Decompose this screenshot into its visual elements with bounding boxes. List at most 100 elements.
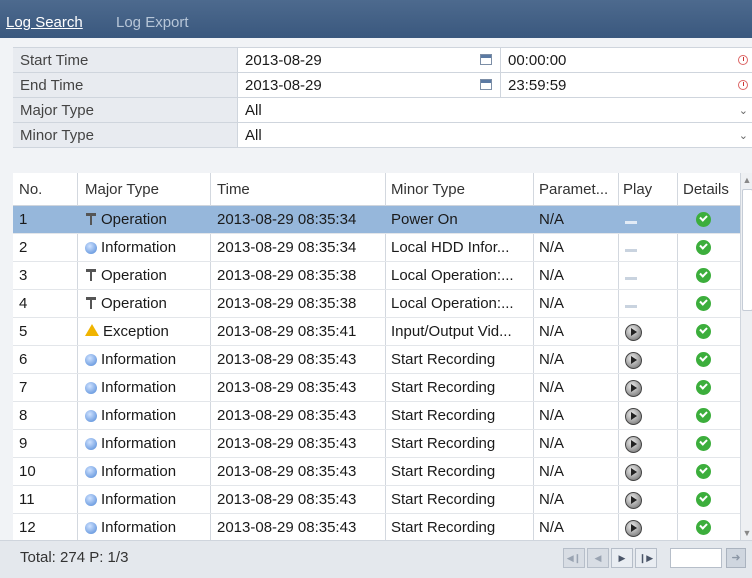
information-icon [85,410,97,422]
previous-page-icon[interactable]: ◀ [587,548,609,568]
information-icon [85,522,97,534]
footer-bar: Total: 274 P: 1/3 ◀❙ ◀ ▶ ❙▶ ➜ [0,540,752,578]
go-to-page-icon[interactable]: ➜ [726,548,746,568]
details-icon[interactable] [696,240,711,255]
major-type-text: Information [101,519,177,536]
major-type-cell: Information [85,463,205,480]
play-icon[interactable] [625,436,642,453]
start-date-field[interactable]: 2013-08-29 [237,48,500,72]
minor-type-cell: Power On [391,211,458,228]
play-cell [625,519,642,540]
table-row[interactable]: 11 Information 2013-08-29 08:35:43 Start Re… [13,486,740,514]
details-icon[interactable] [696,492,711,507]
row-number: 12 [19,519,36,536]
exception-icon [85,324,99,336]
details-icon[interactable] [696,380,711,395]
play-cell [625,267,637,284]
table-row[interactable]: 7 Information 2013-08-29 08:35:43 Start Rec… [13,374,740,402]
time-cell: 2013-08-29 08:35:38 [217,295,357,312]
end-clock-field[interactable]: 23:59:59 [500,73,752,97]
details-icon[interactable] [696,436,711,451]
end-clock-value: 23:59:59 [508,77,567,94]
first-page-icon[interactable]: ◀❙ [563,548,585,568]
scrollbar-thumb[interactable] [742,189,752,311]
details-icon[interactable] [696,408,711,423]
table-row[interactable]: 3 Operation 2013-08-29 08:35:38 Local Opera… [13,262,740,290]
vertical-scrollbar[interactable]: ▲ ▼ [740,173,752,540]
time-cell: 2013-08-29 08:35:38 [217,267,357,284]
minor-type-select[interactable]: All ⌄ [237,123,752,147]
details-icon[interactable] [696,268,711,283]
table-row[interactable]: 4 Operation 2013-08-29 08:35:38 Local Opera… [13,290,740,318]
start-time-label: Start Time [20,52,89,69]
column-header-major-type[interactable]: Major Type [85,181,159,198]
major-type-text: Information [101,379,177,396]
major-type-cell: Information [85,519,205,536]
information-icon [85,494,97,506]
details-icon[interactable] [696,520,711,535]
minor-type-cell: Start Recording [391,491,496,508]
row-number: 8 [19,407,28,424]
row-number: 10 [19,463,36,480]
row-number: 5 [19,323,28,340]
table-row[interactable]: 2 Information 2013-08-29 08:35:34 Local HDD… [13,234,740,262]
column-header-no[interactable]: No. [19,181,42,198]
column-header-parameter[interactable]: Paramet... [539,181,608,198]
tab-log-export[interactable]: Log Export [116,14,189,31]
column-header-time[interactable]: Time [217,181,250,198]
next-page-icon[interactable]: ▶ [611,548,633,568]
clock-icon[interactable] [738,80,748,90]
column-header-details[interactable]: Details [683,181,729,198]
table-row[interactable]: 8 Information 2013-08-29 08:35:43 Start Rec… [13,402,740,430]
tab-log-search[interactable]: Log Search [6,14,83,31]
minor-type-cell: Start Recording [391,435,496,452]
parameter-cell: N/A [539,379,565,396]
play-icon[interactable] [625,380,642,397]
minor-type-label: Minor Type [20,127,94,144]
calendar-icon[interactable] [480,54,492,65]
play-cell [625,211,637,228]
details-icon[interactable] [696,352,711,367]
end-date-field[interactable]: 2013-08-29 [237,73,500,97]
scroll-up-icon[interactable]: ▲ [741,173,752,187]
information-icon [85,242,97,254]
column-header-play[interactable]: Play [623,181,652,198]
details-cell [696,351,711,371]
last-page-icon[interactable]: ❙▶ [635,548,657,568]
play-icon[interactable] [625,352,642,369]
page-number-input[interactable] [670,548,722,568]
table-row[interactable]: 6 Information 2013-08-29 08:35:43 Start Rec… [13,346,740,374]
clock-icon[interactable] [738,55,748,65]
start-time-row: Start Time 2013-08-29 00:00:00 [13,47,752,72]
play-icon[interactable] [625,492,642,509]
table-row[interactable]: 12 Information 2013-08-29 08:35:43 Start Re… [13,514,740,540]
play-icon[interactable] [625,408,642,425]
play-icon[interactable] [625,464,642,481]
table-row[interactable]: 9 Information 2013-08-29 08:35:43 Start Rec… [13,430,740,458]
details-cell [696,519,711,539]
play-icon[interactable] [625,520,642,537]
calendar-icon[interactable] [480,79,492,90]
row-number: 2 [19,239,28,256]
minor-type-cell: Local Operation:... [391,267,514,284]
scroll-down-icon[interactable]: ▼ [741,526,752,540]
information-icon [85,466,97,478]
table-row[interactable]: 1 Operation 2013-08-29 08:35:34 Power On N/A [13,206,740,234]
play-icon[interactable] [625,324,642,341]
time-cell: 2013-08-29 08:35:34 [217,239,357,256]
major-type-select[interactable]: All ⌄ [237,98,752,122]
parameter-cell: N/A [539,323,565,340]
details-icon[interactable] [696,212,711,227]
details-icon[interactable] [696,296,711,311]
table-row[interactable]: 10 Information 2013-08-29 08:35:43 Start Re… [13,458,740,486]
play-cell [625,295,637,312]
major-type-label: Major Type [20,102,94,119]
start-clock-field[interactable]: 00:00:00 [500,48,752,72]
column-header-minor-type[interactable]: Minor Type [391,181,465,198]
details-icon[interactable] [696,464,711,479]
no-video-icon [625,221,637,224]
row-number: 4 [19,295,28,312]
details-icon[interactable] [696,324,711,339]
table-row[interactable]: 5 Exception 2013-08-29 08:35:41 Input/Outpu… [13,318,740,346]
major-type-text: Operation [101,211,167,228]
